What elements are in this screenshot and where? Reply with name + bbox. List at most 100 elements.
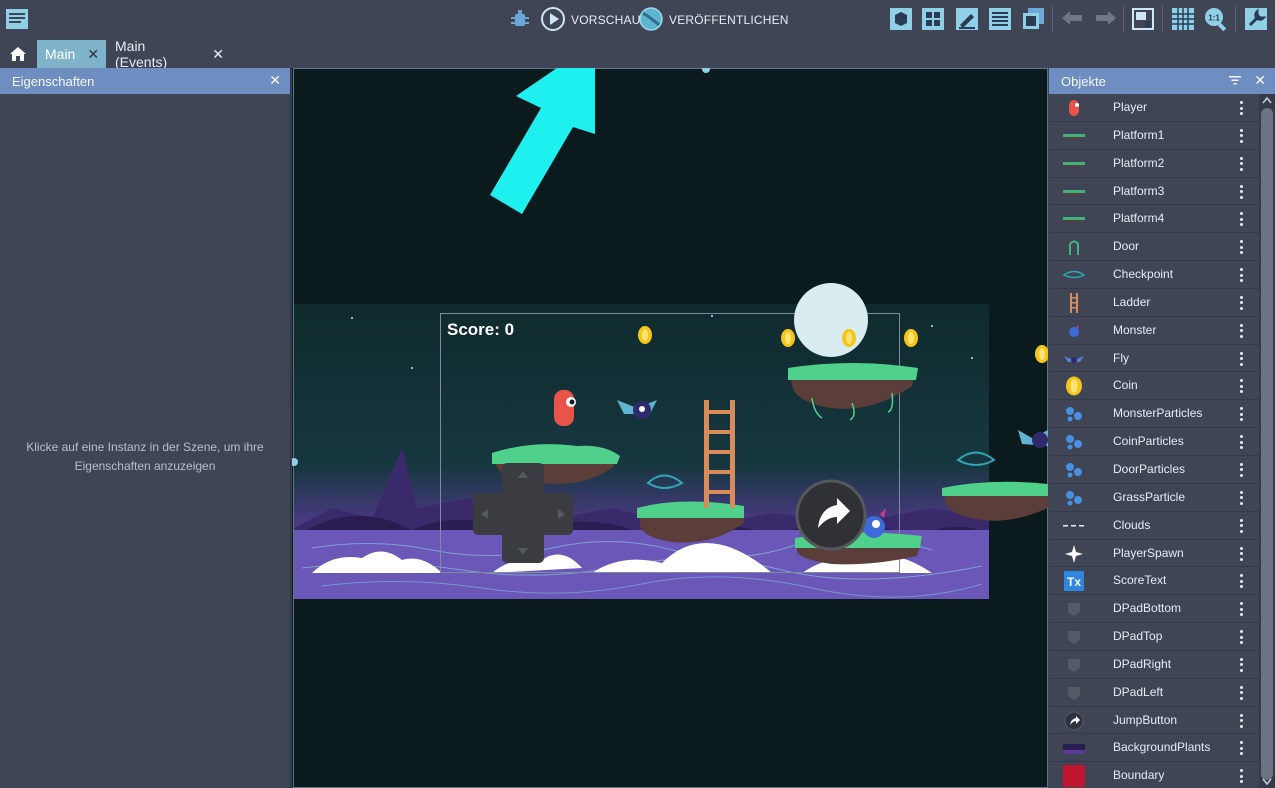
more-options-icon[interactable] [1235,766,1247,786]
coin[interactable] [842,329,856,347]
grid-icon[interactable] [1170,6,1196,32]
object-item-label: PlayerSpawn [1113,545,1184,560]
player-sprite[interactable] [554,390,576,426]
object-item-jumpbutton[interactable]: JumpButton [1049,707,1259,735]
object-item-boundary[interactable]: Boundary [1049,762,1259,788]
dpad-icon [1063,600,1085,618]
scrollbar-thumb[interactable] [1261,108,1273,780]
object-item-ladder[interactable]: Ladder [1049,289,1259,317]
preview-play-icon[interactable] [540,6,566,32]
tab-main-label: Main [45,46,76,62]
jump-button-icon [1063,711,1085,731]
more-options-icon[interactable] [1235,627,1247,647]
objects-panel: Objekte ✕ Player Platform1 Platform2 Platfo… [1049,68,1275,788]
main-toolbar: VORSCHAU VERÖFFENTLICHEN 1:1 [0,0,1275,40]
more-options-icon[interactable] [1235,349,1247,369]
object-item-checkpoint[interactable]: Checkpoint [1049,261,1259,289]
object-item-platform4[interactable]: Platform4 [1049,205,1259,234]
redo-icon[interactable] [1092,6,1118,32]
more-options-icon[interactable] [1235,460,1247,480]
object-item-dpadleft[interactable]: DPadLeft [1049,679,1259,707]
more-options-icon[interactable] [1235,488,1247,508]
edit-properties-icon[interactable] [954,6,980,32]
publish-globe-icon[interactable] [638,6,664,32]
more-options-icon[interactable] [1235,154,1247,174]
object-item-label: Door [1113,239,1140,254]
object-item-fly[interactable]: Fly [1049,345,1259,373]
objects-scrollbar[interactable] [1259,94,1275,788]
close-icon[interactable]: ✕ [1254,72,1266,89]
object-item-dpadtop[interactable]: DPadTop [1049,623,1259,651]
object-item-grassparticle[interactable]: GrassParticle [1049,484,1259,512]
more-options-icon[interactable] [1235,432,1247,452]
more-options-icon[interactable] [1235,182,1247,202]
debugger-icon[interactable] [507,6,533,32]
door-icon [1063,238,1085,256]
object-item-player[interactable]: Player [1049,94,1259,122]
more-options-icon[interactable] [1235,738,1247,758]
coin[interactable] [638,326,652,344]
objects-panel-icon[interactable] [920,6,946,32]
scene-settings-wrench-icon[interactable] [1243,6,1269,32]
object-item-playerspawn[interactable]: PlayerSpawn [1049,540,1259,568]
tab-main[interactable]: Main ✕ [37,40,106,68]
window-mask-icon[interactable] [1130,6,1156,32]
more-options-icon[interactable] [1235,126,1247,146]
more-options-icon[interactable] [1235,321,1247,341]
more-options-icon[interactable] [1235,265,1247,285]
scene-editor-canvas[interactable]: Score: 0 [292,68,1048,788]
more-options-icon[interactable] [1235,655,1247,675]
object-item-platform1[interactable]: Platform1 [1049,122,1259,150]
filter-icon[interactable] [1229,74,1241,89]
coin[interactable] [1035,345,1048,363]
preview-button-label[interactable]: VORSCHAU [571,13,641,27]
object-item-coinparticles[interactable]: CoinParticles [1049,428,1259,456]
home-tab[interactable] [0,40,36,68]
more-options-icon[interactable] [1235,293,1247,313]
object-item-platform2[interactable]: Platform2 [1049,150,1259,178]
more-options-icon[interactable] [1235,516,1247,536]
more-options-icon[interactable] [1235,571,1247,591]
more-options-icon[interactable] [1235,404,1247,424]
more-options-icon[interactable] [1235,209,1247,229]
score-text[interactable]: Score: 0 [447,320,514,339]
scene-tab-bar: Main ✕ Main (Events) ✕ [0,38,1275,70]
close-icon[interactable]: ✕ [87,46,99,63]
object-item-monster[interactable]: Monster [1049,317,1259,345]
object-item-coin[interactable]: Coin [1049,372,1259,401]
more-options-icon[interactable] [1235,376,1247,396]
coin[interactable] [781,329,795,347]
more-options-icon[interactable] [1235,711,1247,731]
close-icon[interactable]: ✕ [212,46,224,63]
object-item-clouds[interactable]: Clouds [1049,512,1259,540]
more-options-icon[interactable] [1235,683,1247,703]
object-item-door[interactable]: Door [1049,233,1259,262]
project-manager-icon[interactable] [4,6,30,32]
object-item-label: DoorParticles [1113,461,1186,476]
coin[interactable] [904,329,918,347]
object-item-label: Checkpoint [1113,267,1174,282]
object-item-doorparticles[interactable]: DoorParticles [1049,456,1259,484]
undo-icon[interactable] [1060,6,1086,32]
publish-button-label[interactable]: VERÖFFENTLICHEN [669,13,789,27]
close-icon[interactable]: ✕ [269,72,281,89]
more-options-icon[interactable] [1235,599,1247,619]
object-item-scoretext[interactable]: Tx ScoreText [1049,567,1259,596]
object-item-backgroundplants[interactable]: BackgroundPlants [1049,734,1259,763]
resize-handle[interactable] [702,68,710,73]
layers-icon[interactable] [1020,6,1046,32]
object-item-monsterparticles[interactable]: MonsterParticles [1049,400,1259,429]
object-item-dpadright[interactable]: DPadRight [1049,651,1259,679]
fly-enemy[interactable] [1018,430,1048,448]
object-item-label: DPadBottom [1113,601,1182,616]
object-item-dpadbottom[interactable]: DPadBottom [1049,595,1259,624]
instances-list-icon[interactable] [987,6,1013,32]
object-item-platform3[interactable]: Platform3 [1049,178,1259,206]
more-options-icon[interactable] [1235,98,1247,118]
more-options-icon[interactable] [1235,544,1247,564]
object-groups-icon[interactable] [888,6,914,32]
zoom-reset-icon[interactable]: 1:1 [1203,6,1229,32]
jump-button[interactable] [795,479,867,551]
tab-main-events[interactable]: Main (Events) ✕ [107,38,224,70]
more-options-icon[interactable] [1235,237,1247,257]
